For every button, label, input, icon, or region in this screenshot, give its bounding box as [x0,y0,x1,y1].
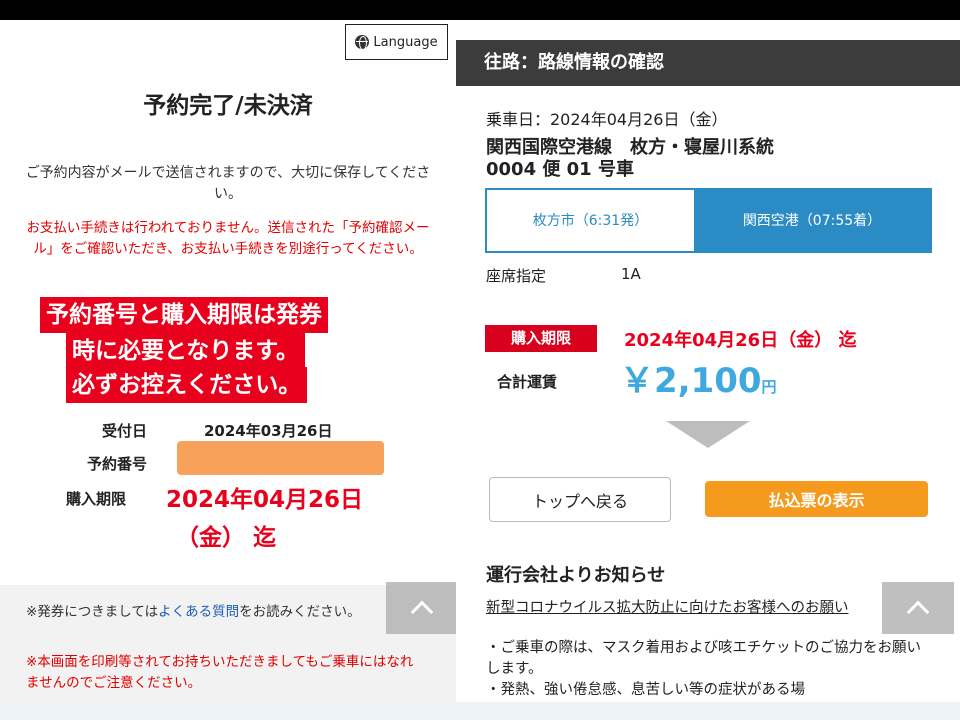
fare-label: 合計運賃 [497,373,558,391]
print-notice: ※本画面を印刷等されてお持ちいただきましてもご乗車にはなれませんのでご注意くださ… [26,654,414,691]
email-notice: ご予約内容がメールで送信されますので、大切に保存してください。 [25,165,431,202]
show-payment-slip-button[interactable]: 払込票の表示 [705,481,928,517]
purchase-deadline-date: 2024年04月26日 [166,487,364,513]
seat-value: 1A [621,265,641,283]
chevron-up-icon [906,600,930,624]
covid-notice-body: ・ご乗車の際は、マスク着用および咳エチケットのご協力をお願いします。 ・発熱、強… [486,640,921,698]
ride-date: 乗車日：2024年04月26日（金） [486,110,728,129]
service-number: 0004 便 01 号車 [486,159,634,180]
language-label: Language [373,34,438,50]
page-title: 予約完了/未決済 [143,93,313,119]
reservation-number-masked [177,441,384,475]
received-date-value: 2024年03月26日 [204,422,333,440]
warning-line-2: 時に必要となります。 [66,333,306,369]
reservation-complete-panel: Language 予約完了/未決済 ご予約内容がメールで送信されますので、大切に… [0,20,458,702]
scroll-top-button-right[interactable] [882,582,954,634]
route-name: 関西国際空港線 枚方・寝屋川系統 0004 便 01 号車 [486,137,926,181]
departure-stop: 枚方市（6:31発） [487,190,694,251]
globe-icon [355,35,370,50]
route-line: 関西国際空港線 枚方・寝屋川系統 [486,137,774,158]
faq-notice: ※発券につきましてはよくある質問をお読みください。 [26,604,361,620]
received-date-label: 受付日 [102,422,148,440]
chevron-up-icon [410,600,434,624]
deadline-badge: 購入期限 [485,325,597,352]
route-confirmation-panel: 往路：路線情報の確認 乗車日：2024年04月26日（金） 関西国際空港線 枚方… [456,20,960,702]
faq-link[interactable]: よくある質問 [158,604,239,620]
scroll-top-button-left[interactable] [386,582,458,634]
fare-unit: 円 [761,378,777,396]
top-black-bar [0,0,960,20]
covid-notice-link[interactable]: 新型コロナウイルス拡大防止に向けたお客様へのお願い [486,598,926,618]
purchase-deadline-label: 購入期限 [66,490,127,508]
seat-label: 座席指定 [486,267,547,285]
operator-notice-title: 運行会社よりお知らせ [486,565,666,586]
purchase-deadline-weekday: （金） 迄 [176,525,277,551]
section-header: 往路：路線情報の確認 [456,40,960,86]
arrival-stop: 関西空港（07:55着） [694,190,930,251]
deadline-value: 2024年04月26日（金） 迄 [624,330,857,351]
bottom-strip [0,702,960,720]
stop-segment: 枚方市（6:31発） 関西空港（07:55着） [485,188,932,253]
fare-amount: ￥2,100円 [620,361,777,401]
warning-line-3: 必ずお控えください。 [66,367,308,403]
reservation-number-label: 予約番号 [87,455,148,473]
back-to-top-button[interactable]: トップへ戻る [489,477,671,522]
warning-line-1: 予約番号と購入期限は発券 [40,297,328,333]
down-arrow-icon [666,421,750,448]
language-button[interactable]: Language [345,24,448,60]
payment-notice: お支払い手続きは行われておりません。送信された「予約確認メール」をご確認いただき… [26,220,430,257]
